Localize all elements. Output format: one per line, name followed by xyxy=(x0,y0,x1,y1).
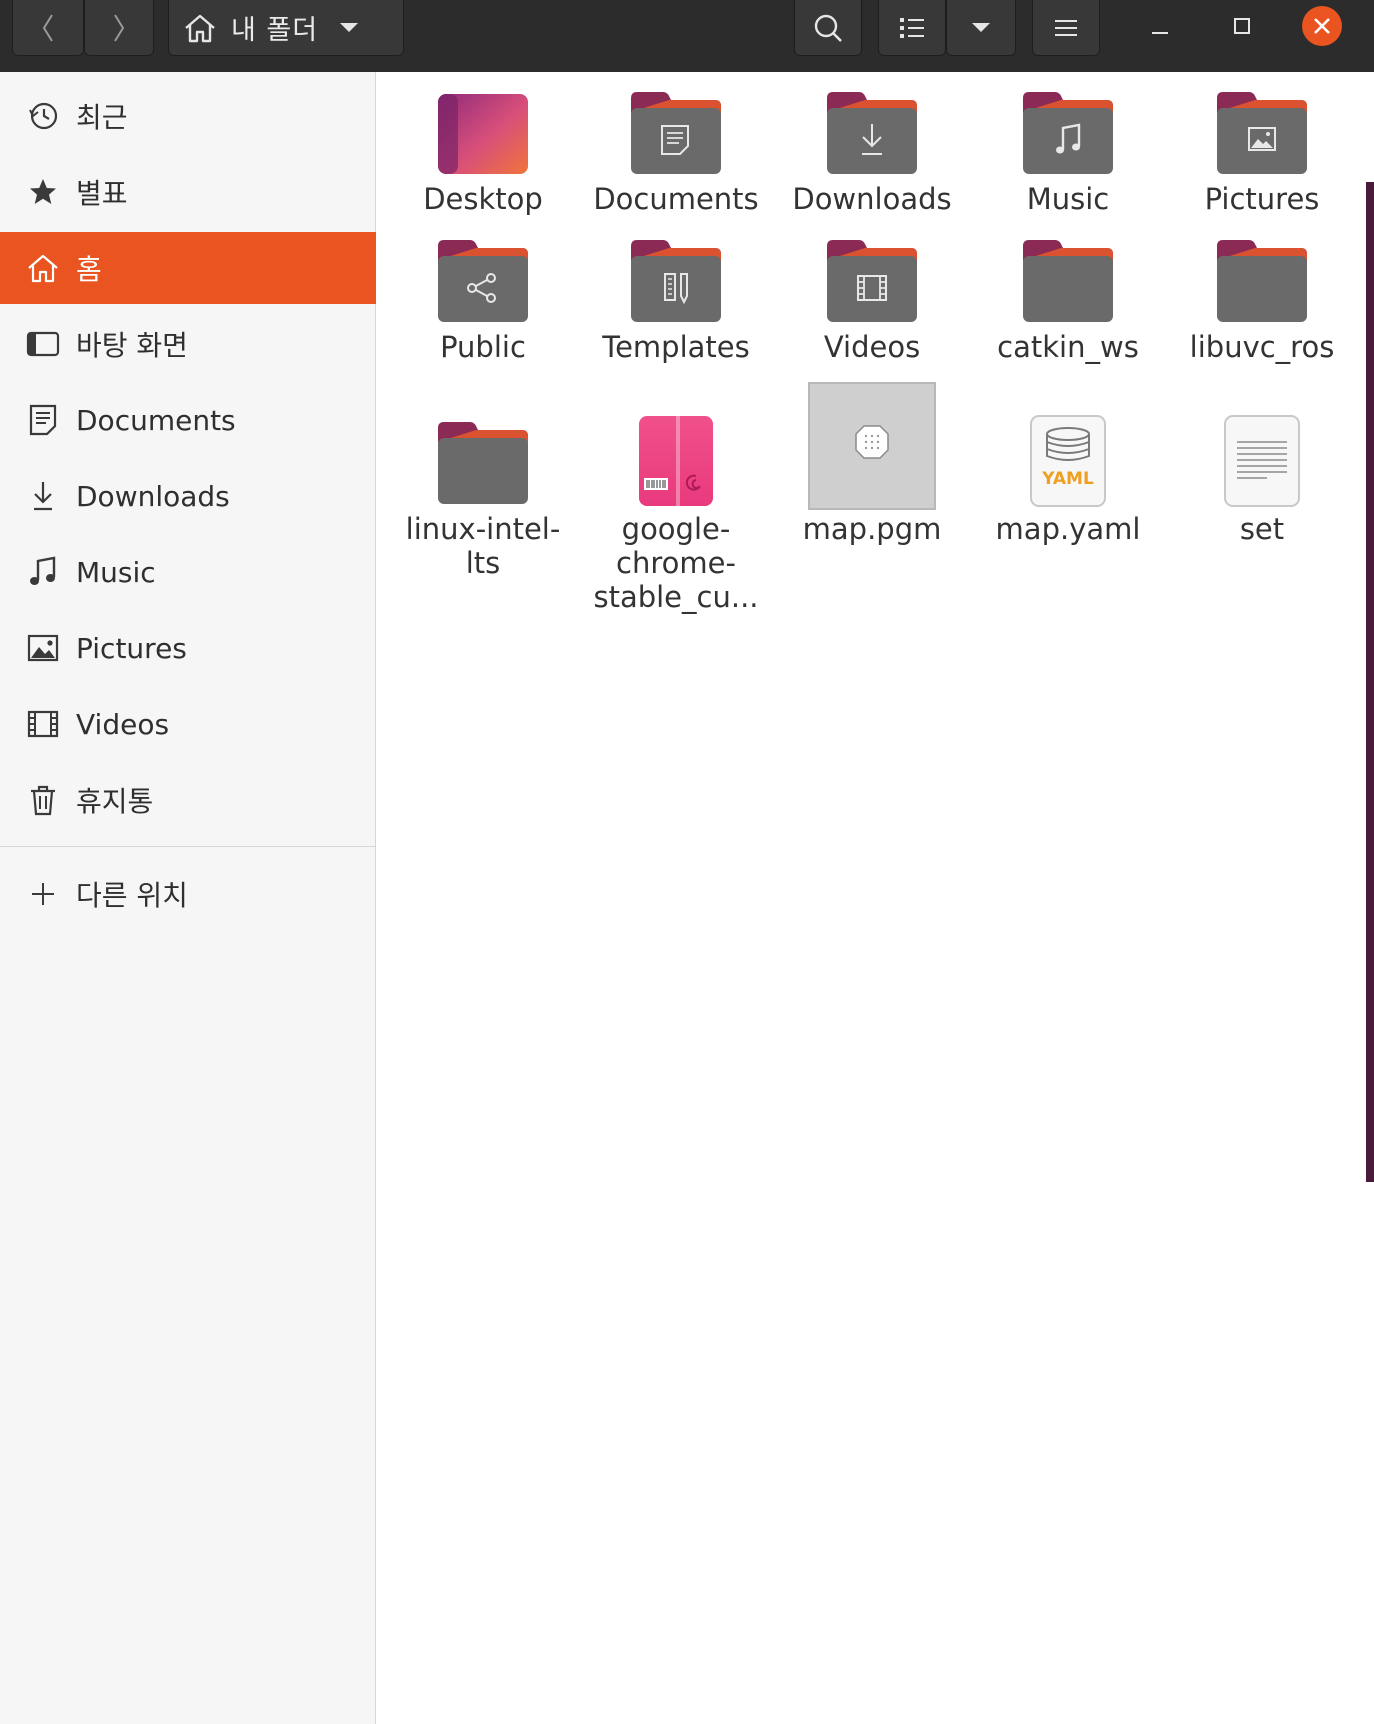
sidebar-item-label: 바탕 화면 xyxy=(76,329,188,362)
file-name: linux-intel- lts xyxy=(398,512,568,580)
back-icon xyxy=(42,13,53,42)
dropdown-icon xyxy=(340,22,359,32)
recent-icon xyxy=(29,102,58,130)
maximize-button[interactable] xyxy=(1222,0,1262,52)
sidebar-item-desktop[interactable]: 바탕 화면 xyxy=(0,308,376,380)
file-name-line: chrome- xyxy=(616,546,736,580)
file-name: set xyxy=(1239,512,1285,546)
close-icon xyxy=(1314,18,1330,34)
sidebar-item-starred[interactable]: 별표 xyxy=(0,156,376,228)
templates-folder-icon xyxy=(631,240,721,322)
videos-folder-icon xyxy=(827,240,917,322)
sidebar-item-label: 별표 xyxy=(76,177,128,210)
file-name-line: stable_cu... xyxy=(593,580,759,614)
sidebar-separator xyxy=(0,846,376,847)
star-icon xyxy=(30,179,56,204)
sidebar-item-other-locations[interactable]: 다른 위치 xyxy=(0,858,376,930)
folder-icon xyxy=(438,422,528,504)
view-options-button[interactable] xyxy=(946,0,1016,56)
image-file-icon xyxy=(808,382,936,510)
sidebar-item-label: Documents xyxy=(76,403,236,437)
file-name: Videos xyxy=(823,330,921,364)
trash-icon xyxy=(31,785,55,816)
sidebar-item-pictures[interactable]: Pictures xyxy=(0,612,376,684)
header-bar: 내 폴더 xyxy=(0,0,1374,72)
file-name-line: google- xyxy=(621,512,731,546)
list-view-icon xyxy=(900,17,924,38)
minimize-icon xyxy=(1152,32,1168,34)
back-button[interactable] xyxy=(12,0,84,56)
pictures-folder-icon xyxy=(1217,92,1307,174)
path-label: 내 폴더 xyxy=(231,15,319,46)
svg-text:YAML: YAML xyxy=(1041,469,1094,489)
pictures-icon xyxy=(27,634,59,662)
sidebar-item-music[interactable]: Music xyxy=(0,536,376,608)
file-name: Documents xyxy=(593,182,759,216)
close-button[interactable] xyxy=(1300,0,1344,52)
maximize-icon xyxy=(1234,18,1250,34)
sidebar-item-label: 홈 xyxy=(76,253,102,286)
file-name: Templates xyxy=(602,330,750,364)
yaml-file-icon: YAML xyxy=(1030,415,1106,507)
sidebar: 최근 별표 홈 바탕 화면 Documents Downloads Music … xyxy=(0,72,376,1724)
file-name: catkin_ws xyxy=(997,330,1139,364)
sidebar-item-label: 휴지통 xyxy=(76,785,154,818)
forward-button[interactable] xyxy=(84,0,154,56)
file-name-line: linux-intel- xyxy=(405,512,561,546)
file-name: Public xyxy=(440,330,526,364)
path-bar-button[interactable]: 내 폴더 xyxy=(168,0,404,56)
file-name: Music xyxy=(1026,182,1110,216)
file-name: Downloads xyxy=(792,182,952,216)
sidebar-item-label: 최근 xyxy=(76,101,128,134)
sidebar-item-trash[interactable]: 휴지통 xyxy=(0,764,376,836)
sidebar-item-videos[interactable]: Videos xyxy=(0,688,376,760)
plus-icon xyxy=(32,883,54,905)
minimize-button[interactable] xyxy=(1140,0,1180,52)
list-view-button[interactable] xyxy=(878,0,946,56)
forward-icon xyxy=(114,13,125,42)
music-folder-icon xyxy=(1023,92,1113,174)
deb-package-icon xyxy=(639,416,713,506)
view-dropdown-icon xyxy=(972,22,990,32)
folder-icon xyxy=(1217,240,1307,322)
folder-icon xyxy=(1023,240,1113,322)
file-name: Desktop xyxy=(423,182,543,216)
file-name: google- chrome- stable_cu... xyxy=(591,512,761,614)
documents-folder-icon xyxy=(631,92,721,174)
search-button[interactable] xyxy=(794,0,862,56)
desktop-folder-icon xyxy=(438,94,528,174)
downloads-icon xyxy=(34,482,52,511)
sidebar-item-label: Pictures xyxy=(76,631,187,665)
sidebar-item-label: Downloads xyxy=(76,479,230,513)
file-name: map.pgm xyxy=(802,512,942,546)
desktop-icon xyxy=(26,331,60,357)
downloads-folder-icon xyxy=(827,92,917,174)
text-file-icon xyxy=(1224,415,1300,507)
public-folder-icon xyxy=(438,240,528,322)
home-icon xyxy=(185,14,215,42)
menu-button[interactable] xyxy=(1032,0,1100,56)
videos-icon xyxy=(27,710,59,738)
sidebar-item-home[interactable]: 홈 xyxy=(0,232,376,304)
documents-icon xyxy=(29,404,57,436)
sidebar-item-label: Videos xyxy=(76,707,170,741)
background-window-edge xyxy=(1366,72,1374,1724)
file-name-line: lts xyxy=(465,546,501,580)
file-name: Pictures xyxy=(1204,182,1320,216)
home-icon xyxy=(28,254,58,283)
sidebar-item-label: Music xyxy=(76,555,156,589)
file-name: libuvc_ros xyxy=(1189,330,1335,364)
sidebar-item-label: 다른 위치 xyxy=(76,879,188,912)
search-icon xyxy=(814,14,842,42)
menu-icon xyxy=(1055,19,1077,36)
sidebar-item-documents[interactable]: Documents xyxy=(0,384,376,456)
music-icon xyxy=(30,556,56,585)
sidebar-item-recent[interactable]: 최근 xyxy=(0,80,376,152)
sidebar-item-downloads[interactable]: Downloads xyxy=(0,460,376,532)
file-name: map.yaml xyxy=(995,512,1141,546)
